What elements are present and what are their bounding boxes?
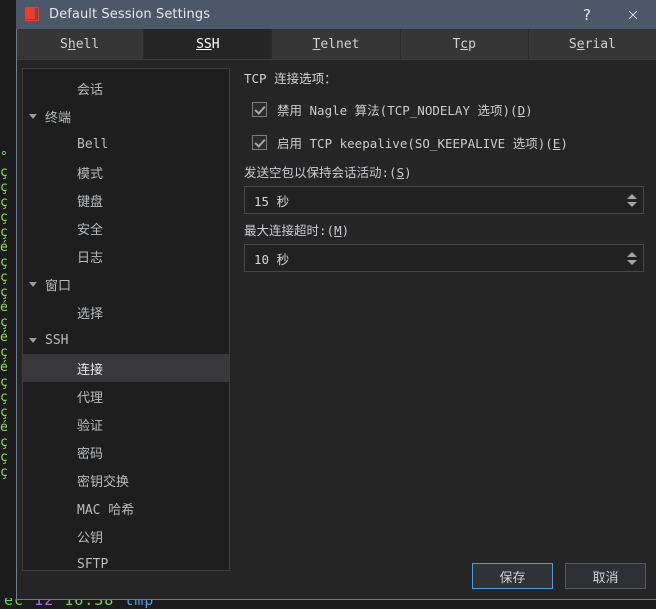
- tab-label: SSH: [196, 36, 220, 52]
- tree-item[interactable]: 代理: [23, 382, 229, 410]
- default-session-settings-dialog: Default Session Settings ? × Shell SSH Tel…: [16, 0, 656, 600]
- chevron-down-icon[interactable]: [23, 281, 43, 287]
- dialog-body: 会话 终端 Bell 模式键盘安全日志 窗口 选择 SSH 连接代理验证密码密钥交换 MAC 哈…: [16, 60, 656, 600]
- tab-shell[interactable]: Shell: [16, 29, 145, 59]
- tree-item[interactable]: 密码: [23, 438, 229, 466]
- cancel-button[interactable]: 取消: [565, 563, 646, 589]
- tree-item-label: 密钥交换: [77, 474, 130, 490]
- tree-item-label: 连接: [77, 362, 104, 378]
- tree-item-label: 会话: [77, 82, 104, 98]
- tree-item[interactable]: 公钥: [23, 522, 229, 550]
- keepalive-interval-stepper[interactable]: [621, 187, 643, 213]
- tree-item[interactable]: 会话: [23, 74, 229, 102]
- terminal-left-column: ° ç ç ç ç ç é ç ç ç é ç é ç é ç ç ç é ç ç ç: [0, 150, 8, 480]
- save-button[interactable]: 保存: [472, 563, 553, 589]
- tree-item-label: 终端: [45, 110, 72, 126]
- checkbox-row-so-keepalive[interactable]: 启用 TCP keepalive(SO_KEEPALIVE 选项)(E): [252, 128, 646, 156]
- spinner-down-icon[interactable]: [627, 259, 637, 265]
- tab-telnet[interactable]: Telnet: [272, 29, 401, 59]
- keepalive-interval-spinner[interactable]: 15 秒: [244, 186, 644, 214]
- settings-tabbar: Shell SSH Telnet Tcp Serial: [16, 29, 656, 60]
- tree-item-label: 键盘: [77, 194, 104, 210]
- tree-item[interactable]: 安全: [23, 214, 229, 242]
- checkbox-row-tcp-nodelay[interactable]: 禁用 Nagle 算法(TCP_NODELAY 选项)(D): [252, 95, 646, 123]
- close-button[interactable]: ×: [610, 0, 656, 29]
- tree-item[interactable]: 连接: [23, 354, 229, 382]
- tree-item[interactable]: SSH: [23, 326, 229, 354]
- tree-item[interactable]: 选择: [23, 298, 229, 326]
- tree-item-label: SSH: [45, 332, 69, 348]
- tree-item-label: 窗口: [45, 278, 72, 294]
- connect-timeout-label: 最大连接超时:(M): [244, 223, 350, 238]
- dialog-titlebar[interactable]: Default Session Settings ? ×: [16, 0, 656, 29]
- tab-serial[interactable]: Serial: [528, 29, 656, 59]
- tree-item[interactable]: SFTP: [23, 550, 229, 571]
- dialog-footer: 保存 取消: [472, 563, 646, 589]
- tree-item[interactable]: 密钥交换: [23, 466, 229, 494]
- tree-item-label: 安全: [77, 222, 104, 238]
- tree-item-label: 公钥: [77, 530, 104, 546]
- tree-item-label: 验证: [77, 418, 104, 434]
- tree-item[interactable]: 键盘: [23, 186, 229, 214]
- settings-category-tree[interactable]: 会话 终端 Bell 模式键盘安全日志 窗口 选择 SSH 连接代理验证密码密钥交换 MAC 哈…: [22, 68, 230, 571]
- connect-timeout-spinner[interactable]: 10 秒: [244, 244, 644, 272]
- chevron-down-icon[interactable]: [23, 113, 43, 119]
- tree-item-label: SFTP: [77, 556, 109, 571]
- spinner-up-icon[interactable]: [627, 193, 637, 199]
- tab-ssh[interactable]: SSH: [144, 29, 273, 59]
- tree-item[interactable]: 终端: [23, 102, 229, 130]
- tree-item[interactable]: 验证: [23, 410, 229, 438]
- tree-item-label: 日志: [77, 250, 104, 266]
- tab-label: Telnet: [312, 36, 360, 52]
- window-title: Default Session Settings: [49, 7, 211, 22]
- dialog-bottom-border: [16, 599, 656, 600]
- tab-label: Serial: [568, 36, 616, 52]
- chevron-down-icon[interactable]: [23, 337, 43, 343]
- ssh-connection-settings-pane: TCP 连接选项： 禁用 Nagle 算法(TCP_NODELAY 选项)(D)…: [244, 68, 646, 276]
- tree-item[interactable]: Bell: [23, 130, 229, 158]
- tree-item-label: 密码: [77, 446, 104, 462]
- tab-label: Shell: [60, 36, 100, 52]
- so-keepalive-checkbox[interactable]: [252, 134, 267, 150]
- tree-item[interactable]: 模式: [23, 158, 229, 186]
- dialog-left-border: [16, 29, 17, 600]
- keepalive-interval-value[interactable]: 15 秒: [245, 187, 621, 213]
- connect-timeout-stepper[interactable]: [621, 245, 643, 271]
- section-title: TCP 连接选项：: [244, 71, 337, 86]
- tree-item[interactable]: 窗口: [23, 270, 229, 298]
- spinner-down-icon[interactable]: [627, 201, 637, 207]
- tree-item[interactable]: 日志: [23, 242, 229, 270]
- help-button[interactable]: ?: [564, 0, 610, 29]
- so-keepalive-label: 启用 TCP keepalive(SO_KEEPALIVE 选项)(E): [277, 135, 568, 151]
- tree-item-label: 模式: [77, 166, 104, 182]
- tree-item-label: 代理: [77, 390, 104, 406]
- keepalive-interval-label: 发送空包以保持会话活动:(S): [244, 165, 412, 180]
- tree-item-label: Bell: [77, 136, 109, 152]
- tree-item-label: MAC 哈希: [77, 502, 135, 518]
- tcp-nodelay-label: 禁用 Nagle 算法(TCP_NODELAY 选项)(D): [277, 102, 533, 118]
- tcp-nodelay-checkbox[interactable]: [252, 101, 267, 117]
- spinner-up-icon[interactable]: [627, 251, 637, 257]
- tab-tcp[interactable]: Tcp: [400, 29, 529, 59]
- app-logo-icon: [25, 7, 40, 22]
- tab-label: Tcp: [452, 36, 476, 52]
- tree-item-label: 选择: [77, 306, 104, 322]
- tree-item[interactable]: MAC 哈希: [23, 494, 229, 522]
- connect-timeout-value[interactable]: 10 秒: [245, 245, 621, 271]
